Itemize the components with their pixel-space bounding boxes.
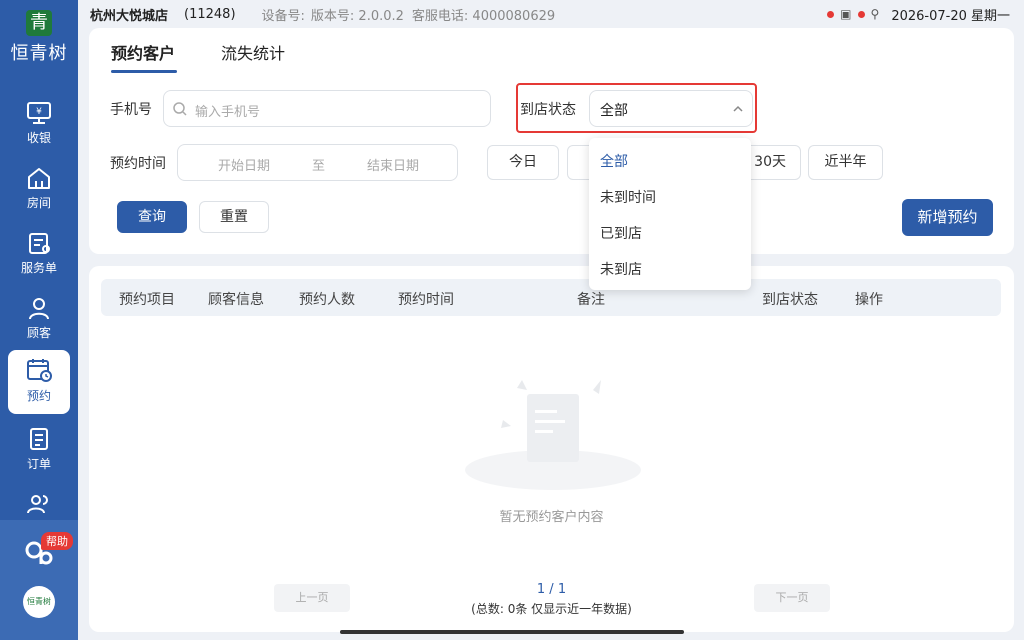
service-phone: 客服电话: 4000080629	[411, 8, 556, 24]
start-date-placeholder[interactable]: 开始日期	[218, 155, 270, 174]
logo-name: 恒青树	[10, 43, 68, 64]
house-icon	[28, 168, 50, 189]
version-label: 版本号: 2.0.0.2	[310, 8, 404, 24]
column-header: 到店状态	[762, 292, 818, 308]
status-bar: 杭州大悦城店 (11248) 设备号: 版本号: 2.0.0.2 客服电话: 4…	[78, 0, 1024, 28]
nav-label: 订单	[26, 457, 51, 471]
dropdown-option-not-yet[interactable]: 未到时间	[600, 187, 656, 207]
svg-text:¥: ¥	[36, 107, 42, 117]
device-label: 设备号:	[261, 8, 305, 24]
reset-button[interactable]: 重置	[199, 201, 269, 233]
nav-reservation[interactable]: 预约	[8, 350, 70, 414]
dropdown-option-not-arrived[interactable]: 未到店	[600, 259, 642, 279]
home-indicator[interactable]	[340, 630, 684, 634]
tab-reservation-customers[interactable]: 预约客户	[111, 40, 175, 64]
empty-document-icon	[465, 380, 641, 490]
users-icon	[27, 495, 48, 514]
nav-customer[interactable]: 顾客	[8, 289, 70, 353]
table-header: 预约项目 顾客信息 预约人数 预约时间 备注 到店状态 操作	[101, 279, 1001, 316]
nav-room[interactable]: 房间	[8, 159, 70, 223]
column-header: 预约时间	[398, 292, 454, 308]
column-header: 备注	[577, 292, 605, 308]
column-header: 预约人数	[299, 292, 355, 308]
sidebar: 青 恒青树 ¥ 收银 房间 服务单 顾客 预约 订单 帮助 恒青树	[0, 0, 78, 640]
customer-icon	[29, 298, 49, 320]
page-indicator: 1 / 1	[536, 582, 567, 597]
page-total: (总数: 0条 仅显示近一年数据)	[471, 602, 632, 616]
nav-cashier[interactable]: ¥ 收银	[8, 94, 70, 158]
quick-half-year-button[interactable]: 近半年	[808, 145, 883, 180]
date-range-separator: 至	[312, 159, 326, 174]
empty-state-text: 暂无预约客户内容	[499, 510, 604, 525]
store-code: (11248)	[184, 6, 236, 22]
column-header: 顾客信息	[208, 292, 264, 308]
nav-label: 收银	[26, 131, 51, 145]
dropdown-option-arrived[interactable]: 已到店	[600, 223, 642, 243]
signal-off-icon: ⚲	[870, 7, 880, 21]
cashier-icon: ¥	[27, 102, 51, 124]
status-dot-red	[857, 10, 865, 18]
nav-label: 服务单	[20, 261, 57, 275]
order-icon	[30, 428, 48, 450]
time-label: 预约时间	[110, 156, 166, 172]
phone-placeholder: 输入手机号	[195, 105, 261, 120]
query-button[interactable]: 查询	[117, 201, 187, 233]
quick-30days-button[interactable]: 30天	[744, 145, 801, 180]
nav-order[interactable]: 订单	[8, 420, 70, 484]
status-dropdown-menu: 全部 未到时间 已到店 未到店	[589, 138, 751, 290]
phone-label: 手机号	[110, 102, 152, 118]
service-order-icon	[29, 233, 50, 254]
datetime: 2026-07-20 星期一	[891, 8, 1010, 24]
dropdown-option-all[interactable]: 全部	[600, 151, 628, 171]
end-date-placeholder[interactable]: 结束日期	[367, 155, 419, 174]
add-reservation-button[interactable]: 新增预约	[902, 199, 993, 236]
nav-users[interactable]	[8, 485, 70, 519]
nav-label: 顾客	[26, 326, 51, 340]
status-dot-red	[827, 10, 835, 18]
calendar-clock-icon	[27, 359, 52, 382]
help-badge[interactable]: 帮助	[41, 532, 73, 550]
nav-service-order[interactable]: 服务单	[8, 224, 70, 288]
tab-underline	[111, 70, 177, 73]
nav-label: 预约	[26, 389, 51, 403]
store-name: 杭州大悦城店	[90, 8, 169, 24]
tab-churn-stats[interactable]: 流失统计	[221, 40, 285, 64]
date-range[interactable]: 开始日期 至 结束日期	[177, 144, 458, 181]
camera-off-icon: ▣	[840, 7, 852, 21]
status-select-highlight	[516, 83, 757, 133]
next-page-button[interactable]: 下一页	[754, 584, 830, 612]
search-icon	[173, 102, 187, 116]
logo-mark: 青	[26, 10, 52, 36]
avatar[interactable]: 恒青树	[23, 586, 55, 618]
column-header: 操作	[855, 292, 883, 308]
phone-input[interactable]: 输入手机号	[163, 90, 491, 127]
help-area: 帮助 恒青树	[0, 520, 78, 640]
column-header: 预约项目	[119, 292, 175, 308]
nav-label: 房间	[26, 196, 51, 210]
brand-logo: 青 恒青树	[0, 10, 78, 65]
quick-today-button[interactable]: 今日	[487, 145, 559, 180]
table-panel: 暂无预约客户内容 上一页 1 / 1 (总数: 0条 仅显示近一年数据) 下一页	[89, 266, 1014, 632]
